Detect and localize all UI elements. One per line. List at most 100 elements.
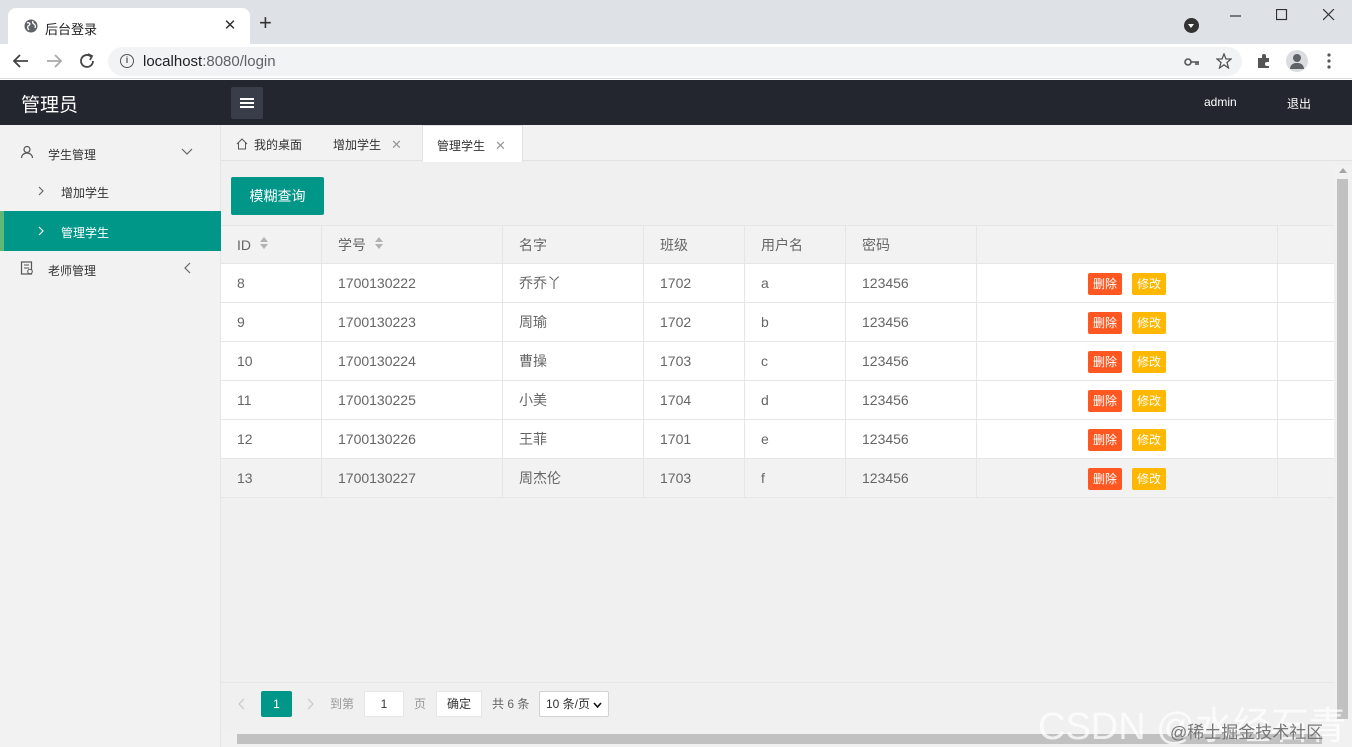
edit-button[interactable]: 修改 — [1132, 429, 1167, 452]
menu-icon — [240, 98, 254, 100]
scroll-up-icon[interactable] — [1339, 168, 1347, 173]
close-tab-icon[interactable]: ✕ — [220, 16, 240, 34]
scrollbar-thumb[interactable] — [1337, 179, 1348, 719]
cell-name: 周杰伦 — [503, 459, 644, 498]
cell-username: f — [745, 459, 846, 498]
logout-link[interactable]: 退出 — [1287, 95, 1311, 112]
chevron-right-icon — [38, 226, 44, 236]
cell-no: 1700130223 — [322, 303, 503, 342]
window-close-icon[interactable] — [1323, 9, 1335, 21]
cell-no: 1700130227 — [322, 459, 503, 498]
user-icon — [20, 145, 34, 159]
delete-button[interactable]: 删除 — [1087, 273, 1122, 296]
tab-add-student[interactable]: 增加学生 ✕ — [333, 125, 402, 161]
goto-confirm-button[interactable]: 确定 — [436, 691, 483, 717]
sidebar-item-manage-student[interactable]: 管理学生 — [0, 211, 221, 251]
cell-name: 曹操 — [503, 342, 644, 381]
tab-desktop[interactable]: 我的桌面 — [236, 125, 302, 161]
menu-toggle-button[interactable] — [231, 87, 263, 119]
page-size-select[interactable]: 10 条/页 — [539, 691, 610, 717]
globe-icon — [24, 19, 38, 33]
column-header-id[interactable]: ID — [221, 226, 322, 265]
delete-button[interactable]: 删除 — [1087, 390, 1122, 413]
delete-button[interactable]: 删除 — [1087, 351, 1122, 374]
cell-class: 1702 — [644, 303, 745, 342]
table-row[interactable]: 9 1700130223 周瑜 1702 b 123456 删除 修改 — [221, 303, 1336, 342]
fuzzy-search-button[interactable]: 模糊查询 — [231, 177, 324, 215]
cell-id: 13 — [221, 459, 322, 498]
cell-no: 1700130222 — [322, 264, 503, 303]
column-header-no[interactable]: 学号 — [322, 226, 503, 265]
key-icon[interactable] — [1184, 56, 1200, 68]
tab-search-icon[interactable] — [1184, 18, 1199, 33]
sort-icon[interactable] — [374, 237, 384, 249]
delete-button[interactable]: 删除 — [1087, 312, 1122, 335]
site-info-icon[interactable]: i — [120, 54, 134, 68]
close-icon[interactable]: ✕ — [391, 137, 402, 152]
cell-ops: 删除 修改 — [977, 459, 1278, 498]
sidebar-item-student-mgmt[interactable]: 学生管理 — [0, 133, 221, 173]
sidebar-item-add-student[interactable]: 增加学生 — [0, 171, 221, 211]
cell-password: 123456 — [846, 420, 977, 459]
cell-ops: 删除 修改 — [977, 264, 1278, 303]
sort-icon[interactable] — [259, 237, 269, 249]
table-row[interactable]: 12 1700130226 王菲 1701 e 123456 删除 修改 — [221, 420, 1336, 459]
cell-id: 10 — [221, 342, 322, 381]
edit-button[interactable]: 修改 — [1132, 390, 1167, 413]
new-tab-button[interactable]: + — [259, 12, 272, 34]
bookmark-star-icon[interactable] — [1216, 53, 1232, 69]
chevron-right-icon — [38, 186, 44, 196]
delete-button[interactable]: 删除 — [1087, 429, 1122, 452]
cell-username: a — [745, 264, 846, 303]
cell-password: 123456 — [846, 381, 977, 420]
edit-button[interactable]: 修改 — [1132, 351, 1167, 374]
profile-avatar[interactable] — [1286, 50, 1308, 72]
cell-username: c — [745, 342, 846, 381]
goto-page-input[interactable]: 1 — [364, 691, 404, 717]
reload-icon[interactable] — [78, 52, 100, 74]
table-row[interactable]: 10 1700130224 曹操 1703 c 123456 删除 修改 — [221, 342, 1336, 381]
cell-ops: 删除 修改 — [977, 342, 1278, 381]
cell-ops: 删除 修改 — [977, 381, 1278, 420]
table-header: ID 学号 名字 班级 用户名 密码 — [221, 225, 1336, 265]
document-icon — [20, 261, 33, 275]
watermark-secondary: @稀土掘金技术社区 — [1170, 723, 1324, 742]
next-page-icon[interactable] — [307, 698, 315, 724]
forward-icon[interactable] — [45, 52, 67, 74]
table-row[interactable]: 8 1700130222 乔乔丫 1702 a 123456 删除 修改 — [221, 264, 1336, 303]
prev-page-icon[interactable] — [237, 698, 245, 724]
column-header-class: 班级 — [644, 226, 745, 265]
edit-button[interactable]: 修改 — [1132, 273, 1167, 296]
vertical-scrollbar[interactable] — [1334, 165, 1352, 730]
more-menu-icon[interactable] — [1326, 53, 1332, 69]
url-text: localhost:8080/login — [143, 53, 276, 70]
user-name-link[interactable]: admin — [1204, 95, 1237, 109]
sidebar-item-teacher-mgmt[interactable]: 老师管理 — [0, 249, 221, 289]
url-host: localhost — [143, 53, 203, 70]
close-icon[interactable]: ✕ — [495, 138, 506, 153]
minimize-icon[interactable] — [1230, 10, 1242, 22]
url-path: :8080/login — [202, 53, 276, 70]
edit-button[interactable]: 修改 — [1132, 468, 1167, 491]
address-bar[interactable]: i localhost:8080/login — [108, 47, 1242, 76]
table-row[interactable]: 11 1700130225 小美 1704 d 123456 删除 修改 — [221, 381, 1336, 420]
table-row[interactable]: 13 1700130227 周杰伦 1703 f 123456 删除 修改 — [221, 459, 1336, 498]
home-icon — [236, 138, 248, 150]
sidebar-item-label: 管理学生 — [61, 226, 110, 240]
back-icon[interactable] — [12, 52, 34, 74]
tab-label: 我的桌面 — [254, 138, 303, 152]
delete-button[interactable]: 删除 — [1087, 468, 1122, 491]
page-number-current[interactable]: 1 — [261, 691, 292, 717]
edit-button[interactable]: 修改 — [1132, 312, 1167, 335]
tab-label: 管理学生 — [437, 139, 486, 153]
cell-class: 1704 — [644, 381, 745, 420]
cell-id: 9 — [221, 303, 322, 342]
maximize-icon[interactable] — [1276, 9, 1288, 21]
cell-name: 乔乔丫 — [503, 264, 644, 303]
menu-icon-bar — [240, 102, 254, 104]
extensions-icon[interactable] — [1256, 53, 1272, 69]
browser-tab[interactable]: 后台登录 ✕ — [8, 8, 250, 44]
browser-tab-title: 后台登录 — [45, 22, 98, 37]
tab-label: 增加学生 — [333, 138, 382, 152]
tab-manage-student[interactable]: 管理学生 ✕ — [422, 125, 523, 162]
